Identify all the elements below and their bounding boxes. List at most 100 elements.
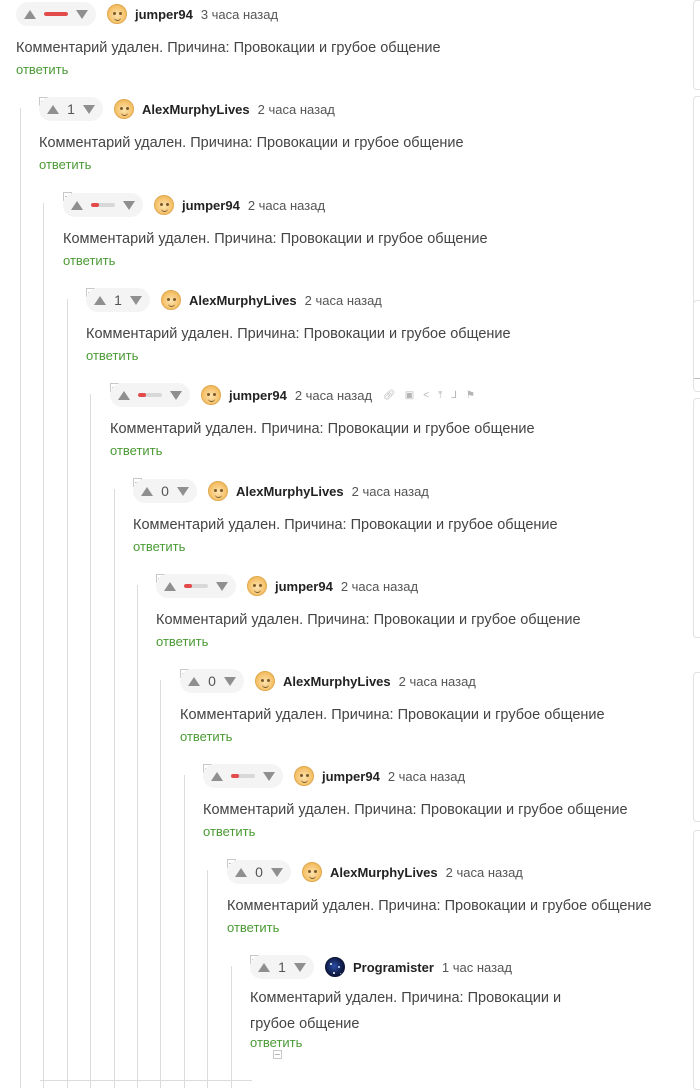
reply-link[interactable]: ответить	[86, 348, 138, 363]
reply-link[interactable]: ответить	[227, 920, 279, 935]
vote-control	[110, 383, 190, 407]
reply-link[interactable]: ответить	[63, 253, 115, 268]
thread-line	[231, 965, 232, 1088]
avatar[interactable]	[302, 862, 322, 882]
timestamp[interactable]: 2 часа назад	[388, 769, 465, 784]
avatar[interactable]	[325, 957, 345, 977]
username[interactable]: AlexMurphyLives	[142, 102, 250, 117]
comment-header: jumper94 3 часа назад	[16, 2, 278, 26]
comment-header: 0 AlexMurphyLives 2 часа назад	[133, 479, 429, 503]
rating-bar	[231, 774, 255, 778]
rating-value: 1	[114, 292, 122, 308]
reply-link[interactable]: ответить	[180, 729, 232, 744]
collapse-toggle[interactable]	[273, 1050, 282, 1059]
comment-text: Комментарий удален. Причина: Провокации …	[86, 326, 511, 342]
rating-bar	[91, 203, 115, 207]
rating-value: 1	[278, 959, 286, 975]
reply-link[interactable]: ответить	[203, 824, 255, 839]
rating-value: 0	[255, 864, 263, 880]
rating-bar	[138, 393, 162, 397]
vote-control	[63, 193, 143, 217]
username[interactable]: AlexMurphyLives	[283, 674, 391, 689]
upvote-icon[interactable]	[258, 962, 270, 972]
timestamp[interactable]: 2 часа назад	[399, 674, 476, 689]
username[interactable]: jumper94	[182, 198, 240, 213]
vote-control: 0	[133, 479, 197, 503]
vote-control: 0	[227, 860, 291, 884]
upvote-icon[interactable]	[188, 676, 200, 686]
username[interactable]: jumper94	[322, 769, 380, 784]
upvote-icon[interactable]	[118, 390, 130, 400]
username[interactable]: AlexMurphyLives	[236, 484, 344, 499]
avatar[interactable]	[294, 766, 314, 786]
comment-header: 0 AlexMurphyLives 2 часа назад	[227, 860, 523, 884]
downvote-icon[interactable]	[216, 581, 228, 591]
username[interactable]: AlexMurphyLives	[330, 865, 438, 880]
username[interactable]: jumper94	[275, 579, 333, 594]
username[interactable]: Programister	[353, 960, 434, 975]
thread-bottom-line	[40, 1080, 252, 1081]
timestamp[interactable]: 2 часа назад	[352, 484, 429, 499]
reply-link[interactable]: ответить	[133, 539, 185, 554]
upvote-icon[interactable]	[141, 486, 153, 496]
avatar[interactable]	[201, 385, 221, 405]
rating-bar-minus	[91, 203, 100, 207]
timestamp[interactable]: 2 часа назад	[248, 198, 325, 213]
upvote-icon[interactable]	[164, 581, 176, 591]
sidebar-marker	[694, 378, 700, 379]
save-icon[interactable]: ▣	[405, 390, 414, 401]
upvote-icon[interactable]	[235, 867, 247, 877]
avatar[interactable]	[247, 576, 267, 596]
upvote-icon[interactable]	[211, 771, 223, 781]
avatar[interactable]	[208, 481, 228, 501]
downvote-icon[interactable]	[263, 771, 275, 781]
timestamp[interactable]: 1 час назад	[442, 960, 512, 975]
downvote-icon[interactable]	[76, 9, 88, 19]
pin-icon[interactable]: ⤒	[438, 390, 442, 401]
thread-line	[207, 870, 208, 1088]
timestamp[interactable]: 2 часа назад	[258, 102, 335, 117]
link-icon[interactable]: 🔗︎	[383, 390, 396, 401]
downvote-icon[interactable]	[123, 200, 135, 210]
thread-line	[160, 679, 161, 1088]
comment-text: Комментарий удален. Причина: Провокации …	[63, 231, 488, 247]
username[interactable]: jumper94	[229, 388, 287, 403]
downvote-icon[interactable]	[170, 390, 182, 400]
reply-link[interactable]: ответить	[16, 62, 68, 77]
upvote-icon[interactable]	[47, 104, 59, 114]
downvote-icon[interactable]	[294, 962, 306, 972]
downvote-icon[interactable]	[271, 867, 283, 877]
timestamp[interactable]: 2 часа назад	[305, 293, 382, 308]
flag-icon[interactable]: ⚑	[466, 390, 475, 401]
avatar[interactable]	[161, 290, 181, 310]
reply-link[interactable]: ответить	[156, 634, 208, 649]
rating-bar-minus	[44, 12, 68, 16]
downvote-icon[interactable]	[130, 295, 142, 305]
timestamp[interactable]: 3 часа назад	[201, 7, 278, 22]
comment-header: jumper94 2 часа назад	[156, 574, 418, 598]
timestamp[interactable]: 2 часа назад	[446, 865, 523, 880]
upvote-icon[interactable]	[94, 295, 106, 305]
share-icon[interactable]: <	[423, 390, 429, 401]
username[interactable]: jumper94	[135, 7, 193, 22]
username[interactable]: AlexMurphyLives	[189, 293, 297, 308]
downvote-icon[interactable]	[224, 676, 236, 686]
reply-link[interactable]: ответить	[39, 157, 91, 172]
upvote-icon[interactable]	[71, 200, 83, 210]
timestamp[interactable]: 2 часа назад	[295, 388, 372, 403]
reply-link[interactable]: ответить	[250, 1035, 302, 1050]
avatar[interactable]	[114, 99, 134, 119]
vote-control: 1	[250, 955, 314, 979]
timestamp[interactable]: 2 часа назад	[341, 579, 418, 594]
avatar[interactable]	[255, 671, 275, 691]
reply-link[interactable]: ответить	[110, 443, 162, 458]
vote-control: 1	[86, 288, 150, 312]
avatar[interactable]	[154, 195, 174, 215]
rating-bar-minus	[231, 774, 240, 778]
avatar[interactable]	[107, 4, 127, 24]
downvote-icon[interactable]	[83, 104, 95, 114]
upvote-icon[interactable]	[24, 9, 36, 19]
branch-icon[interactable]: ⅃	[451, 390, 457, 401]
thread-line	[137, 584, 138, 1088]
downvote-icon[interactable]	[177, 486, 189, 496]
